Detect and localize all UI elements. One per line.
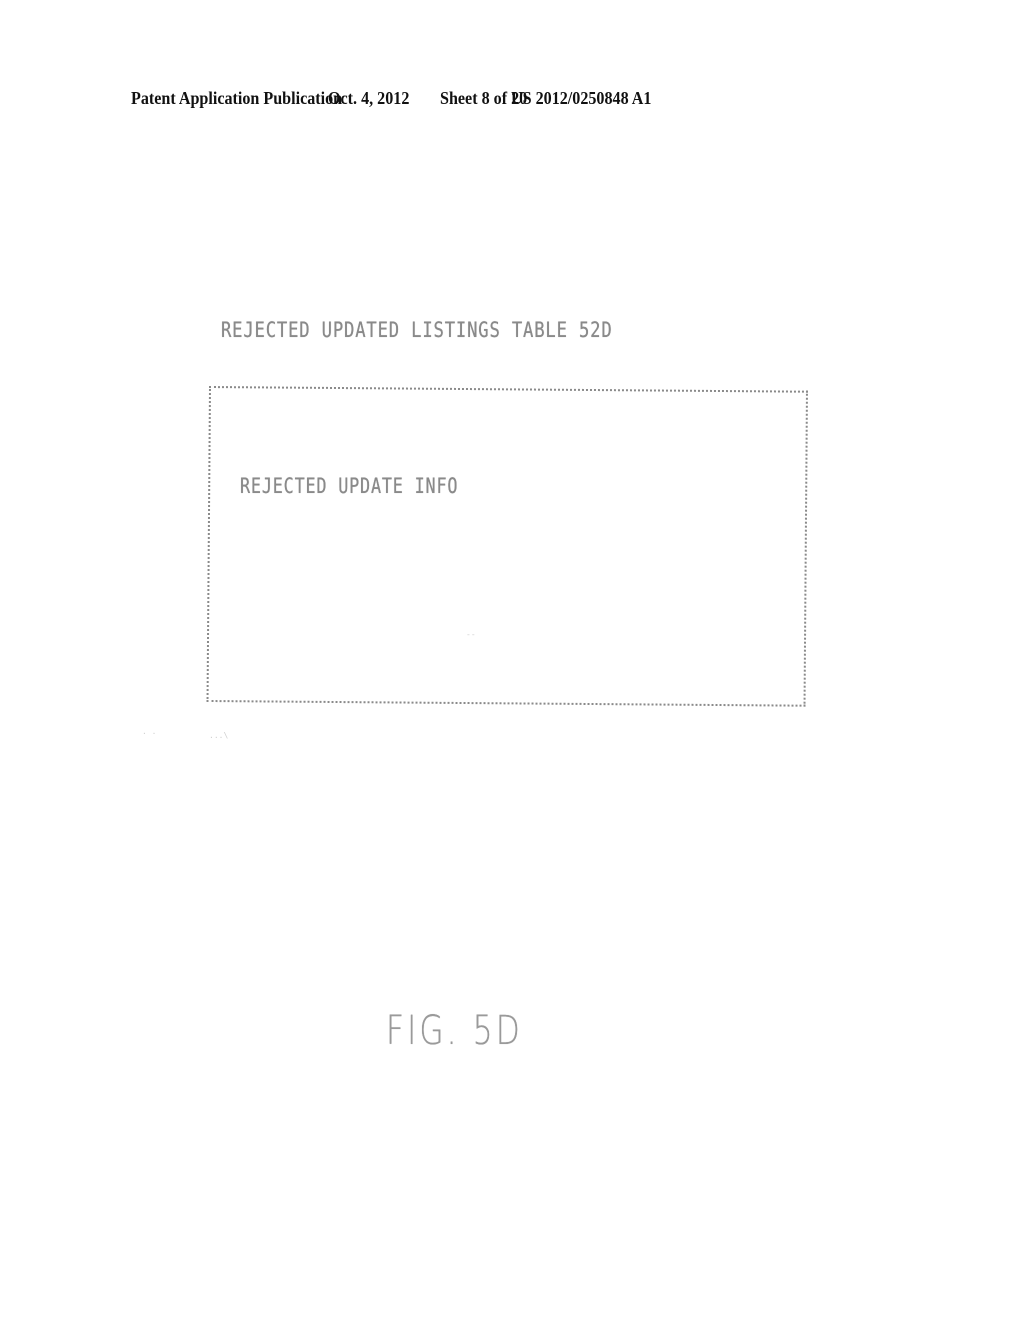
scan-speck: -- (466, 630, 476, 639)
table-title: REJECTED UPDATED LISTINGS TABLE 52D (221, 318, 613, 342)
figure-caption: FIG. 5D (386, 1008, 523, 1054)
scan-speck: ...\ (209, 731, 229, 740)
publication-number: US 2012/0250848 A1 (511, 88, 652, 108)
rejected-updated-listings-table (206, 386, 808, 707)
publication-type: Patent Application Publication (131, 88, 343, 108)
scan-speck: . . (142, 727, 157, 736)
publication-date: Oct. 4, 2012 (328, 88, 410, 108)
table-field-rejected-update-info: REJECTED UPDATE INFO (240, 474, 459, 498)
patent-header: Patent Application Publication Oct. 4, 2… (0, 88, 1024, 114)
